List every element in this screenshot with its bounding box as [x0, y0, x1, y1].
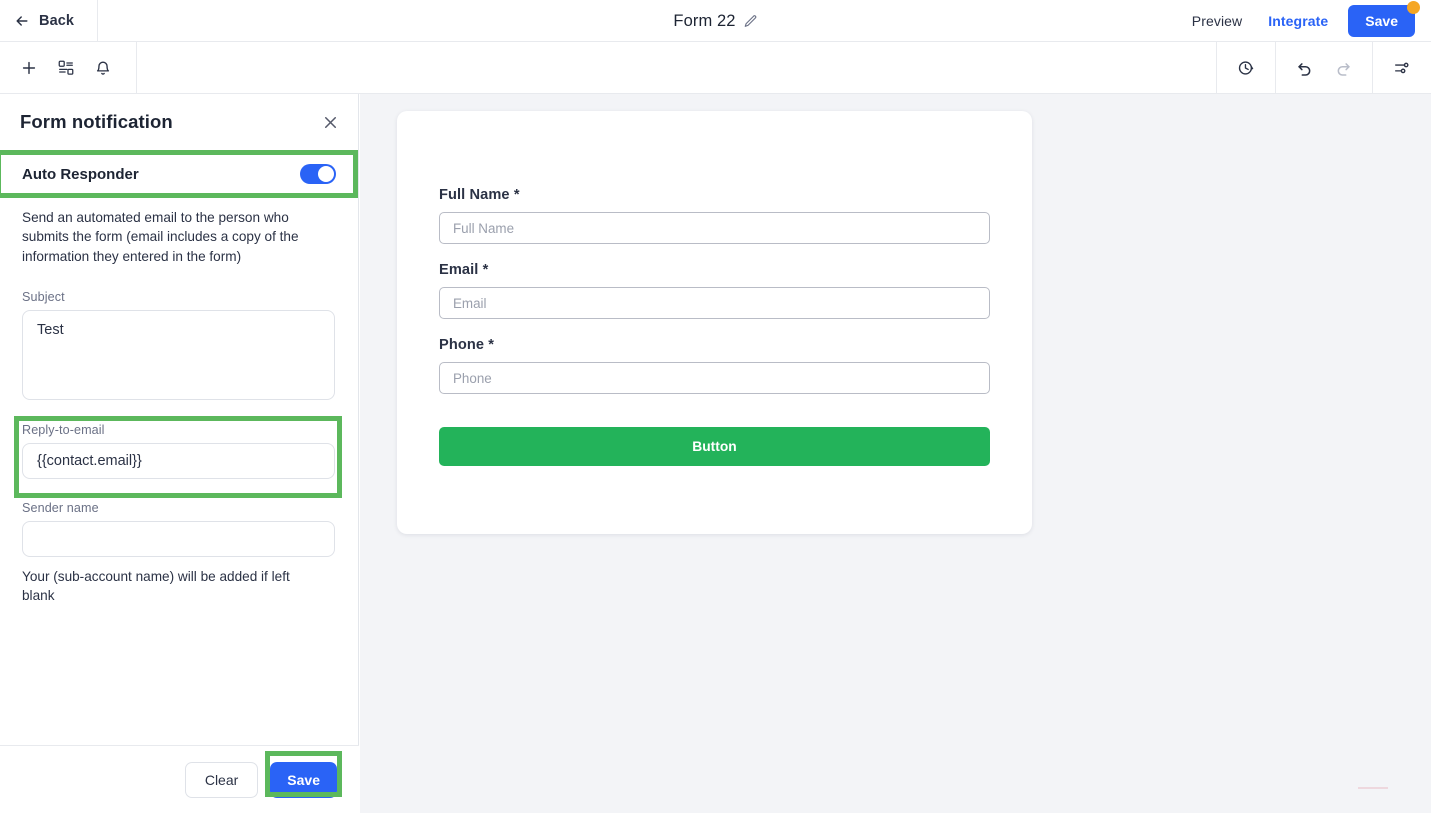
preview-label-text: Email [439, 262, 479, 278]
sender-name-field-group: Sender name [22, 501, 336, 557]
preview-label-full-name: Full Name * [439, 187, 990, 203]
back-label: Back [39, 12, 75, 29]
undo-redo-group [1275, 42, 1372, 94]
top-bar-actions: Preview Integrate Save [1179, 0, 1420, 42]
redo-icon[interactable] [1334, 59, 1352, 77]
form-notification-panel: Form notification Auto Responder Send an… [0, 94, 359, 813]
canvas-edge-artifact [1358, 785, 1388, 789]
page-title: Form 22 [673, 11, 736, 30]
auto-responder-toggle[interactable] [300, 164, 336, 184]
preview-input-email[interactable] [439, 287, 990, 319]
sender-name-hint: Your (sub-account name) will be added if… [22, 568, 290, 604]
preview-label-text: Phone [439, 337, 485, 353]
plus-icon[interactable] [20, 59, 38, 77]
preview-input-phone[interactable] [439, 362, 990, 394]
panel-title: Form notification [20, 111, 173, 132]
preview-field-email: Email * [439, 262, 990, 319]
auto-responder-label: Auto Responder [22, 165, 139, 183]
preview-label-phone: Phone * [439, 337, 990, 353]
elements-icon[interactable] [57, 59, 75, 77]
subject-field-group: Subject Test [22, 290, 336, 405]
subject-label: Subject [22, 289, 65, 304]
reply-to-email-label: Reply-to-email [22, 422, 105, 437]
save-button[interactable]: Save [1348, 5, 1415, 37]
unsaved-changes-badge [1407, 1, 1420, 14]
panel-footer: Clear Save [0, 745, 359, 813]
panel-save-button[interactable]: Save [270, 761, 337, 798]
preview-field-phone: Phone * [439, 337, 990, 394]
history-group [1216, 42, 1275, 94]
reply-to-email-input[interactable] [22, 442, 335, 479]
auto-responder-row[interactable]: Auto Responder [0, 150, 358, 198]
editor-toolbar [0, 41, 1431, 94]
preview-input-full-name[interactable] [439, 212, 990, 244]
close-icon[interactable] [321, 113, 340, 132]
save-button-wrapper: Save [1348, 1, 1420, 37]
subject-input[interactable]: Test [22, 309, 335, 400]
sender-name-label: Sender name [22, 500, 99, 515]
panel-body: Auto Responder Send an automated email t… [0, 150, 358, 605]
pencil-icon[interactable] [743, 14, 758, 29]
preview-label-text: Full Name [439, 187, 510, 203]
history-clock-icon[interactable] [1237, 59, 1255, 77]
undo-icon[interactable] [1296, 59, 1314, 77]
preview-field-full-name: Full Name * [439, 187, 990, 244]
clear-button[interactable]: Clear [184, 761, 259, 798]
sender-name-input[interactable] [22, 520, 335, 557]
form-preview-card: Full Name * Email * Phone * Button [397, 111, 1032, 534]
required-marker: * [482, 262, 489, 278]
integrate-button[interactable]: Integrate [1255, 13, 1341, 29]
toolbar-left-group [0, 41, 137, 94]
preview-button[interactable]: Preview [1179, 13, 1256, 29]
arrow-left-icon [14, 13, 30, 29]
settings-sliders-icon[interactable] [1393, 59, 1411, 77]
form-canvas: Full Name * Email * Phone * Button [360, 94, 1431, 813]
bell-icon[interactable] [94, 59, 112, 77]
required-marker: * [488, 337, 495, 353]
auto-responder-description: Send an automated email to the person wh… [22, 210, 299, 264]
preview-submit-button[interactable]: Button [439, 427, 990, 466]
toggle-knob [318, 166, 334, 182]
required-marker: * [513, 187, 520, 203]
panel-header: Form notification [0, 94, 358, 150]
settings-group [1372, 42, 1431, 94]
preview-label-email: Email * [439, 262, 990, 278]
back-button[interactable]: Back [0, 0, 98, 42]
top-bar: Back Form 22 Preview Integrate Save [0, 0, 1431, 42]
reply-to-email-field-group: Reply-to-email [22, 423, 336, 479]
toolbar-right-group [1216, 42, 1431, 94]
